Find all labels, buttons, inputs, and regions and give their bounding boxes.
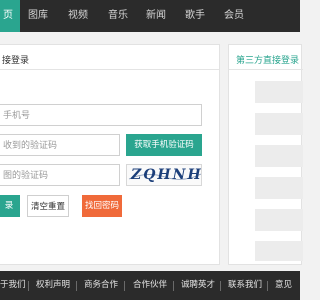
footer-link-contact[interactable]: 联系我们	[228, 271, 262, 300]
divider	[229, 69, 303, 70]
footer-link-rights[interactable]: 权利声明	[36, 271, 70, 300]
nav-item-news[interactable]: 新闻	[146, 0, 166, 32]
third-party-panel-title: 第三方直接登录	[236, 56, 300, 66]
login-submit-button[interactable]: 录	[0, 195, 20, 217]
third-party-login-panel: 第三方直接登录	[228, 44, 303, 265]
footer-link-feedback[interactable]: 意见	[275, 271, 292, 300]
footer-separator	[220, 281, 221, 291]
captcha-input[interactable]: 图的验证码	[0, 164, 120, 186]
sms-code-input[interactable]: 收到的验证码	[0, 134, 120, 156]
captcha-image[interactable]: ZQHNH	[126, 164, 202, 186]
footer-link-partners[interactable]: 合作伙伴	[133, 271, 167, 300]
footer-separator	[267, 281, 268, 291]
footer-separator	[124, 281, 125, 291]
recover-password-button[interactable]: 找回密码	[82, 195, 122, 217]
nav-item-membership[interactable]: 会员	[224, 0, 244, 32]
third-party-login-option[interactable]	[255, 113, 303, 135]
third-party-login-option[interactable]	[255, 177, 303, 199]
captcha-noise-icon	[128, 173, 201, 180]
footer-separator	[173, 281, 174, 291]
third-party-login-option[interactable]	[255, 145, 303, 167]
footer-separator	[28, 281, 29, 291]
nav-item-gallery[interactable]: 图库	[28, 0, 48, 32]
footer-link-about[interactable]: 于我们	[0, 271, 26, 300]
nav-item-home[interactable]: 页	[0, 0, 20, 32]
nav-item-singers[interactable]: 歌手	[185, 0, 205, 32]
footer-link-business[interactable]: 商务合作	[84, 271, 118, 300]
phone-input[interactable]: 手机号	[0, 104, 202, 126]
third-party-login-option[interactable]	[255, 241, 303, 261]
footer-separator	[76, 281, 77, 291]
third-party-login-option[interactable]	[255, 81, 303, 103]
top-nav: 页 图库 视频 音乐 新闻 歌手 会员	[0, 0, 300, 32]
reset-button[interactable]: 清空重置	[27, 195, 69, 217]
nav-item-video[interactable]: 视频	[68, 0, 88, 32]
divider	[0, 69, 219, 70]
footer-link-careers[interactable]: 诚聘英才	[181, 271, 215, 300]
login-panel-title: 接登录	[2, 56, 30, 66]
nav-item-music[interactable]: 音乐	[108, 0, 128, 32]
footer: 于我们 权利声明 商务合作 合作伙伴 诚聘英才 联系我们 意见	[0, 271, 300, 300]
get-sms-code-button[interactable]: 获取手机验证码	[126, 134, 202, 156]
third-party-login-option[interactable]	[255, 209, 303, 231]
